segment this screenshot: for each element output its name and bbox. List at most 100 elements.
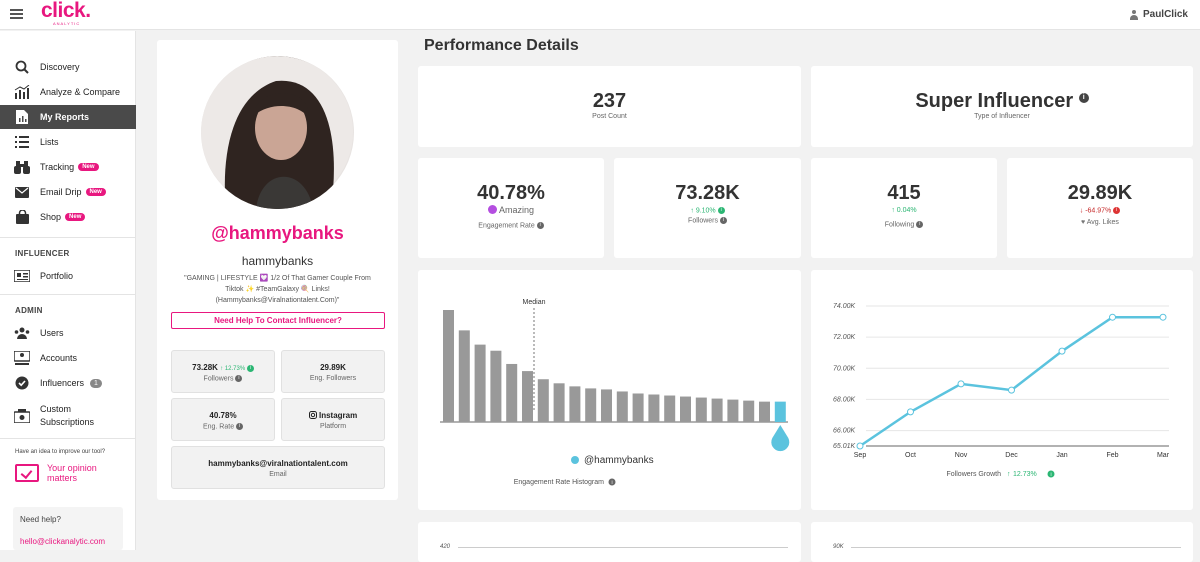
histogram-bar — [601, 389, 612, 422]
histogram-legend-label: @hammybanks — [584, 455, 654, 466]
bottom-left-chart-card: 420 — [418, 522, 801, 562]
new-badge: New — [65, 213, 86, 221]
accounts-icon — [14, 351, 30, 365]
avg-likes-label-row: ♥ Avg. Likes — [1007, 219, 1193, 226]
data-point — [957, 380, 965, 388]
avg-likes-value: 29.89K — [1067, 182, 1133, 204]
histogram-bar-highlight — [774, 401, 786, 422]
info-icon[interactable]: i — [235, 375, 243, 382]
improve-text: Have an idea to improve our tool? — [15, 449, 106, 455]
logo[interactable]: click. — [41, 0, 91, 21]
histogram-bar — [490, 350, 502, 422]
sidebar-item-users[interactable]: Users — [0, 321, 136, 345]
info-icon[interactable]: i — [717, 207, 725, 214]
avg-likes-change-value: -64.97% — [1085, 207, 1112, 215]
sidebar-item-portfolio[interactable]: Portfolio — [0, 264, 136, 288]
followers-growth-chart: 74.00K 72.00K 70.00K 68.00K 66.00K 65.01K Sep… — [833, 303, 1170, 478]
tier-dot-icon — [487, 205, 497, 214]
following-label: Following — [884, 221, 915, 229]
sidebar-item-influencers[interactable]: Influencers 1 — [0, 371, 136, 395]
feedback-link[interactable]: Your opinion matters — [15, 463, 97, 483]
sidebar-item-label: Shop — [40, 212, 62, 222]
histogram-bar — [711, 398, 723, 422]
followers-label-row: Followers i — [614, 217, 801, 225]
platform-label: Platform — [319, 423, 347, 430]
influencer-type-row: Super Influencer i — [811, 90, 1193, 113]
info-icon[interactable]: i — [1078, 93, 1089, 104]
engagement-tier-row: Amazing — [418, 205, 604, 215]
profile-card: @hammybanks hammybanks "GAMING | LIFESTY… — [157, 40, 398, 500]
info-icon[interactable]: i — [1113, 207, 1121, 214]
histogram-title: Engagement Rate Histogram — [514, 479, 604, 486]
sidebar-item-my-reports[interactable]: My Reports — [0, 105, 136, 129]
sidebar-item-tracking[interactable]: Tracking New — [0, 155, 136, 179]
help-email-link[interactable]: hello@clickanalytic.com — [20, 537, 105, 546]
divider — [0, 294, 136, 295]
info-icon[interactable]: i — [536, 222, 544, 229]
data-point — [1109, 313, 1116, 321]
search-icon — [14, 60, 30, 74]
followers-growth-card: 74.00K 72.00K 70.00K 68.00K 66.00K 65.01K Sep… — [811, 270, 1193, 510]
sidebar-item-custom-subscriptions[interactable]: Custom Subscriptions — [0, 401, 136, 431]
histogram-bar — [727, 399, 739, 422]
growth-line — [859, 315, 1163, 448]
data-point — [856, 442, 864, 450]
sidebar-item-shop[interactable]: Shop New — [0, 205, 136, 229]
followers-change: ↑ 12.73% i — [220, 364, 254, 372]
followers-change-row: ↑ 9.10% i — [614, 207, 801, 214]
engagement-tier: Amazing — [499, 205, 535, 215]
histogram-bar — [443, 310, 454, 422]
contact-influencer-button[interactable]: Need Help To Contact Influencer? — [171, 312, 385, 329]
eng-rate-label-row: Eng. Rate i — [172, 423, 274, 430]
sidebar-item-label: Discovery — [40, 62, 80, 72]
histogram-bar — [569, 386, 581, 422]
y-tick-label: 72.00K — [833, 334, 856, 341]
engagement-rate-label-row: Engagement Rate i — [418, 222, 604, 229]
sidebar-item-label: Email Drip — [40, 187, 82, 197]
histogram-bar — [474, 344, 486, 422]
user-menu[interactable]: PaulClick — [1129, 9, 1188, 20]
followers-label: Followers — [203, 375, 234, 383]
top-bar: click. ANALYTIC PaulClick — [0, 0, 1200, 30]
sidebar-item-label: Portfolio — [40, 271, 74, 281]
sidebar-item-accounts[interactable]: Accounts — [0, 346, 136, 370]
sidebar-item-lists[interactable]: Lists — [0, 130, 136, 154]
y-tick-label: 66.00K — [833, 428, 856, 435]
engagement-histogram-chart: Median @hammybanks Engagement Rate Histo… — [440, 299, 790, 486]
bottom-right-chart-card: 90K — [811, 522, 1193, 562]
avg-likes-card: 29.89K ↓ -64.97% i ♥ Avg. Likes — [1007, 158, 1193, 258]
avg-likes-label: Avg. Likes — [1086, 219, 1119, 227]
report-icon — [14, 110, 30, 124]
influencer-type-value: Super Influencer — [915, 90, 1074, 112]
sidebar-item-label-wrap: Custom Subscriptions — [40, 403, 94, 429]
sidebar-item-discovery[interactable]: Discovery — [0, 55, 136, 79]
portfolio-icon — [14, 269, 30, 283]
info-icon[interactable]: i — [719, 217, 727, 225]
eng-followers-label: Eng. Followers — [309, 375, 357, 382]
email-value[interactable]: hammybanks@viralnationtalent.com — [172, 459, 384, 468]
sidebar-item-email-drip[interactable]: Email Drip New — [0, 180, 136, 204]
info-icon[interactable]: i — [916, 221, 924, 228]
engagement-rate-label: Engagement Rate — [478, 222, 535, 230]
sidebar-item-label: Users — [40, 328, 64, 338]
info-icon[interactable]: i — [236, 423, 244, 430]
post-count-card: 237 Post Count — [418, 66, 801, 147]
data-point — [907, 408, 914, 416]
influencer-handle: @hammybanks — [211, 223, 344, 243]
sidebar-item-analyze-compare[interactable]: Analyze & Compare — [0, 80, 136, 104]
followers-stat-label: Followers — [688, 217, 718, 225]
sidebar-item-label: Custom — [40, 404, 72, 414]
sidebar-item-label: Accounts — [40, 353, 78, 363]
y-tick-label: 70.00K — [833, 365, 856, 372]
platform-value: Instagram — [319, 411, 358, 420]
followers-value-row: 73.28K ↑ 12.73% i — [172, 363, 274, 372]
hamburger-menu-icon[interactable] — [10, 9, 23, 19]
list-icon — [14, 135, 30, 149]
avatar — [201, 56, 354, 209]
info-icon[interactable]: i — [246, 364, 254, 372]
eng-rate-card: 40.78% Eng. Rate i — [171, 398, 275, 441]
growth-change-arrow: ↑ — [1007, 471, 1011, 478]
y-tick-label: 68.00K — [833, 396, 856, 403]
histogram-bar — [458, 330, 470, 422]
histogram-bar — [616, 391, 628, 422]
